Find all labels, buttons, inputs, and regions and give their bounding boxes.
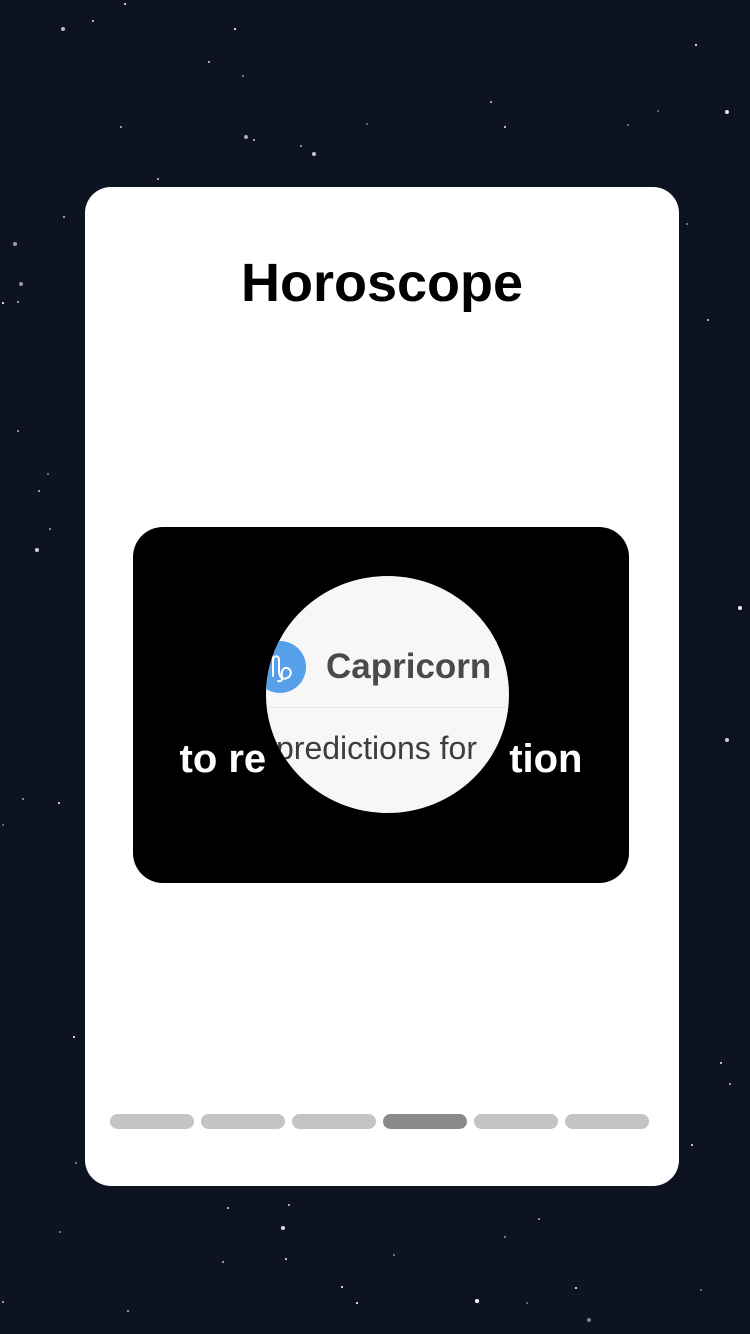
star <box>504 126 506 128</box>
star <box>366 123 368 125</box>
star <box>281 1226 285 1230</box>
star <box>222 1261 224 1263</box>
star <box>575 1287 577 1289</box>
page-dot-3[interactable] <box>292 1114 376 1129</box>
page-dot-1[interactable] <box>110 1114 194 1129</box>
star <box>49 528 51 530</box>
star <box>341 1286 343 1288</box>
star <box>227 1207 229 1209</box>
star <box>244 135 248 139</box>
star <box>526 1302 528 1304</box>
magnifier-lens: Capricorn predictions for <box>266 576 509 813</box>
star <box>208 61 210 63</box>
star <box>720 1062 722 1064</box>
page-dot-2[interactable] <box>201 1114 285 1129</box>
tutorial-panel: to re tion Capricorn predictions for <box>133 527 629 883</box>
star <box>35 548 39 552</box>
star <box>63 216 65 218</box>
tutorial-caption-left: to re <box>179 737 267 781</box>
star <box>59 1231 61 1233</box>
star <box>707 319 709 321</box>
lens-divider <box>266 707 509 708</box>
star <box>700 1289 702 1291</box>
star <box>234 28 236 30</box>
star <box>627 124 629 126</box>
star <box>17 301 19 303</box>
star <box>538 1218 540 1220</box>
star <box>19 282 23 286</box>
star <box>490 101 492 103</box>
star <box>285 1258 287 1260</box>
star <box>120 126 122 128</box>
page-dot-6[interactable] <box>565 1114 649 1129</box>
star <box>58 802 60 804</box>
star <box>253 139 255 141</box>
star <box>157 178 159 180</box>
page-indicator <box>110 1114 649 1129</box>
star <box>288 1204 290 1206</box>
star <box>92 20 94 22</box>
star <box>356 1302 358 1304</box>
page-dot-4[interactable] <box>383 1114 467 1129</box>
star <box>22 798 24 800</box>
tutorial-caption-right: tion <box>509 737 583 781</box>
star <box>2 824 4 826</box>
lens-subtitle: predictions for <box>276 730 477 766</box>
sign-row[interactable]: Capricorn <box>266 641 491 693</box>
star <box>729 1083 731 1085</box>
star <box>75 1162 77 1164</box>
star <box>587 1318 591 1322</box>
star <box>504 1236 506 1238</box>
star <box>686 223 688 225</box>
star <box>73 1036 75 1038</box>
star <box>2 1301 4 1303</box>
star <box>312 152 316 156</box>
star <box>657 110 659 112</box>
star <box>738 606 742 610</box>
star <box>127 1310 129 1312</box>
star <box>124 3 126 5</box>
star <box>61 27 65 31</box>
star <box>691 1144 693 1146</box>
star <box>47 473 49 475</box>
star <box>38 490 40 492</box>
sign-name: Capricorn <box>326 647 492 686</box>
star <box>13 242 17 246</box>
star <box>725 110 729 114</box>
capricorn-icon <box>266 641 306 693</box>
star <box>17 430 19 432</box>
star <box>393 1254 395 1256</box>
star <box>242 75 244 77</box>
star <box>300 145 302 147</box>
star <box>2 302 4 304</box>
star <box>475 1299 479 1303</box>
star <box>695 44 697 46</box>
page-dot-5[interactable] <box>474 1114 558 1129</box>
star <box>725 738 729 742</box>
card-title: Horoscope <box>240 253 524 313</box>
